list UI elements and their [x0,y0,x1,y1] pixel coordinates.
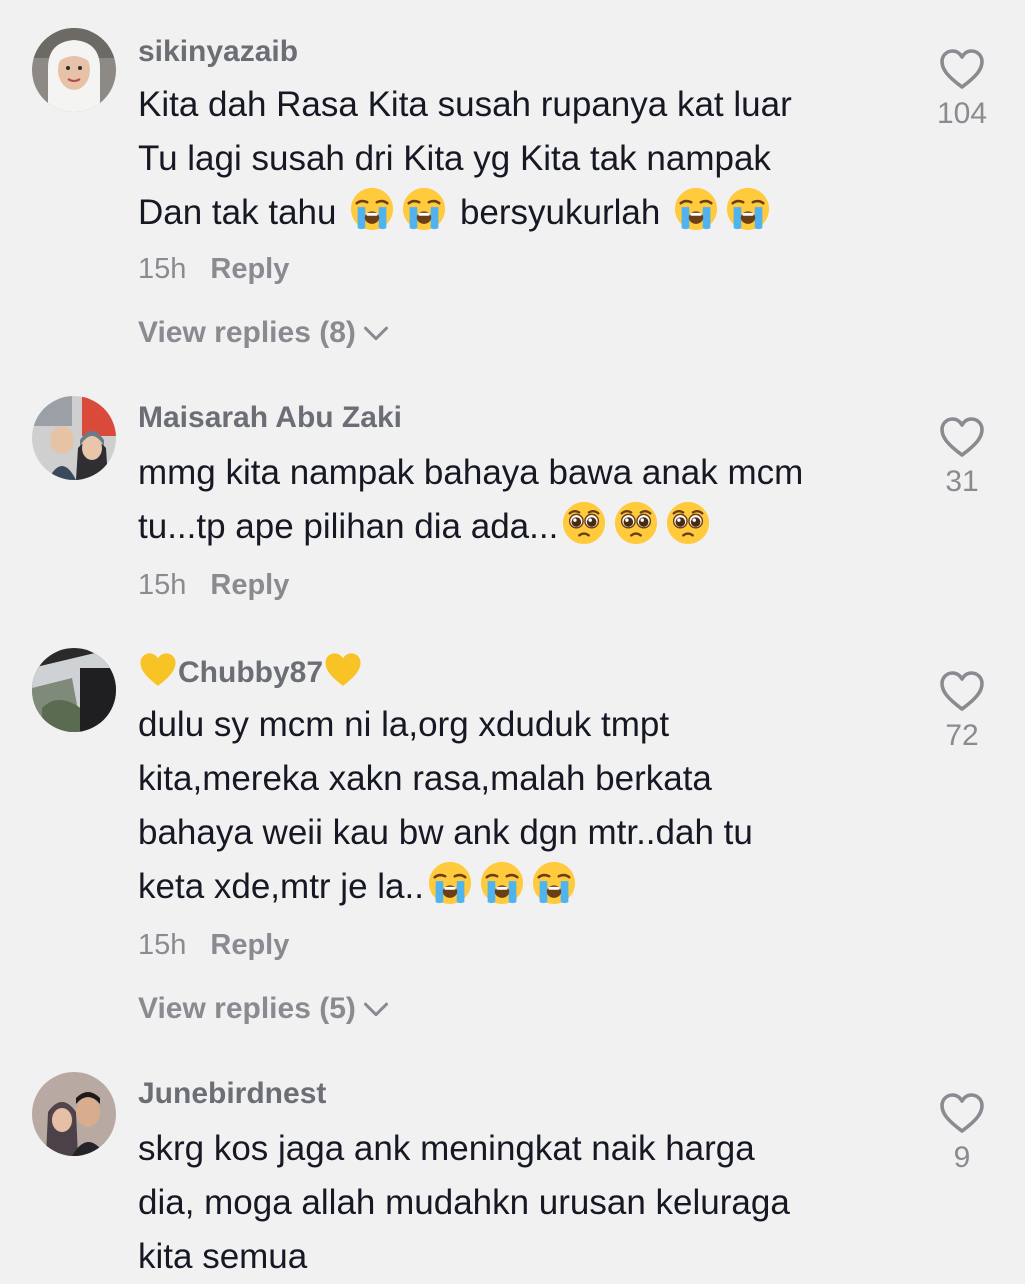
view-replies-button[interactable]: View replies (8) [138,313,390,353]
avatar[interactable] [32,648,116,732]
comment-text-line: Dan tak tahu bersyukurlah [138,186,898,240]
comment-text-segment: keta xde,mtr je la.. [138,867,424,906]
avatar[interactable] [32,28,116,112]
comment-text-line: Kita dah Rasa Kita susah rupanya kat lua… [138,85,792,124]
chevron-down-icon [362,996,390,1024]
comment-text-segment: bersyukurlah [459,193,661,232]
heart-outline-icon[interactable] [937,668,987,716]
avatar[interactable] [32,1072,116,1156]
view-replies-label: View replies (8) [138,316,356,349]
loudly-crying-face-emoji [427,860,473,906]
heart-outline-icon[interactable] [937,1090,987,1138]
loudly-crying-face-emoji [479,860,525,906]
comment-text: dulu sy mcm ni la,org xduduk tmpt kita,m… [138,698,898,914]
pleading-face-emoji [665,500,711,546]
loudly-crying-face-emoji [401,186,447,232]
comment-text-line: kita,mereka xakn rasa,malah berkata [138,759,712,798]
comment-text-line: dulu sy mcm ni la,org xduduk tmpt [138,705,670,744]
comment-time: 15h [138,253,187,285]
comment-item: Chubby87 dulu sy mcm ni la,org xduduk tm… [0,630,1025,1060]
like-control: 9 [920,1090,1004,1176]
loudly-crying-face-emoji [349,186,395,232]
username[interactable]: Junebirdnest [138,1074,326,1114]
like-count: 31 [945,465,979,498]
yellow-heart-emoji [138,650,178,690]
loudly-crying-face-emoji [673,186,719,232]
pleading-face-emoji [613,500,659,546]
like-control: 104 [920,46,1004,132]
view-replies-label: View replies (5) [138,992,356,1025]
comment-item: Maisarah Abu Zaki mmg kita nampak bahaya… [0,380,1025,630]
username[interactable]: Maisarah Abu Zaki [138,398,402,438]
comment-text: mmg kita nampak bahaya bawa anak mcm tu.… [138,446,898,554]
heart-outline-icon[interactable] [937,46,987,94]
like-count: 104 [936,97,988,130]
comment-meta: 15h Reply [138,925,289,965]
avatar[interactable] [32,396,116,480]
comment-text-line: skrg kos jaga ank meningkat naik harga [138,1129,755,1168]
view-replies-button[interactable]: View replies (5) [138,989,390,1029]
comment-text: Kita dah Rasa Kita susah rupanya kat lua… [138,78,898,240]
comment-time: 15h [138,929,187,961]
like-count: 9 [953,1141,971,1174]
comment-text-line: mmg kita nampak bahaya bawa anak mcm [138,453,804,492]
like-control: 31 [920,414,1004,500]
comment-meta: 15h Reply [138,249,289,289]
comment-text-segment: tu...tp ape pilihan dia ada... [138,507,559,546]
comment-time: 15h [138,569,187,601]
reply-button[interactable]: Reply [210,569,289,601]
loudly-crying-face-emoji [531,860,577,906]
comment-text-line: tu...tp ape pilihan dia ada... [138,500,898,554]
like-count: 72 [945,719,979,752]
loudly-crying-face-emoji [725,186,771,232]
comment-text: skrg kos jaga ank meningkat naik harga d… [138,1122,898,1284]
username[interactable]: sikinyazaib [138,32,298,72]
comment-item: Junebirdnest skrg kos jaga ank meningkat… [0,1060,1025,1280]
comment-text-line: keta xde,mtr je la.. [138,860,898,914]
pleading-face-emoji [561,500,607,546]
chevron-down-icon [362,320,390,348]
comment-meta: 15h Reply [138,565,289,605]
comment-text-line: bahaya weii kau bw ank dgn mtr..dah tu [138,813,753,852]
username[interactable]: Chubby87 [138,650,363,693]
reply-button[interactable]: Reply [210,253,289,285]
heart-outline-icon[interactable] [937,414,987,462]
comment-text-line: dia, moga allah mudahkn urusan keluraga [138,1183,790,1222]
comment-text-segment: Dan tak tahu [138,193,337,232]
reply-button[interactable]: Reply [210,929,289,961]
username-text: Chubby87 [178,656,324,689]
comment-item: sikinyazaib Kita dah Rasa Kita susah rup… [0,0,1025,380]
like-control: 72 [920,668,1004,754]
comment-text-line: kita semua [138,1237,308,1276]
yellow-heart-emoji [323,650,363,690]
comment-text-line: Tu lagi susah dri Kita yg Kita tak nampa… [138,139,771,178]
